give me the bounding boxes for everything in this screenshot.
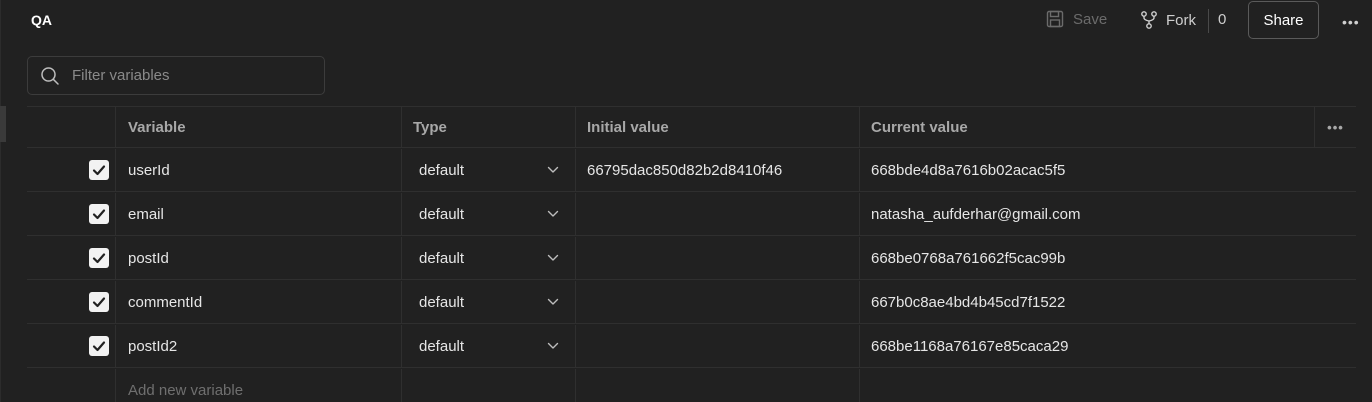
table-row: commentId default 667b0c8ae4bd4b45cd7f1522 bbox=[27, 280, 1356, 324]
type-select[interactable]: default bbox=[402, 237, 576, 279]
column-options-icon[interactable]: ••• bbox=[1315, 107, 1356, 147]
filter-input[interactable] bbox=[70, 66, 294, 85]
table-row: postId default 668be0768a761662f5cac99b bbox=[27, 236, 1356, 280]
table-row: email default natasha_aufderhar@gmail.com bbox=[27, 192, 1356, 236]
chevron-down-icon bbox=[547, 166, 559, 174]
type-select[interactable]: default bbox=[402, 325, 576, 367]
type-select[interactable]: default bbox=[402, 281, 576, 323]
initial-value-cell[interactable] bbox=[576, 325, 860, 367]
current-value-cell[interactable]: natasha_aufderhar@gmail.com bbox=[860, 193, 1356, 235]
type-select[interactable]: default bbox=[402, 149, 576, 191]
row-checkbox-cell bbox=[27, 237, 116, 279]
filter-variables-field[interactable] bbox=[27, 56, 325, 95]
column-header-variable: Variable bbox=[116, 107, 402, 147]
type-select-value: default bbox=[419, 161, 465, 179]
check-icon bbox=[92, 295, 106, 309]
fork-icon bbox=[1140, 10, 1158, 30]
column-header-current-value: Current value bbox=[860, 107, 1315, 147]
type-select-value: default bbox=[419, 249, 465, 267]
sidebar-resize-handle[interactable] bbox=[0, 106, 6, 142]
table-header: Variable Type Initial value Current valu… bbox=[27, 106, 1356, 148]
variable-name-cell[interactable]: commentId bbox=[116, 281, 402, 323]
row-checkbox[interactable] bbox=[89, 292, 109, 312]
type-select-value: default bbox=[419, 205, 465, 223]
chevron-down-icon bbox=[547, 298, 559, 306]
check-icon bbox=[92, 251, 106, 265]
environment-editor: QA Save Fork 0 Share ••• Variable Type I… bbox=[0, 0, 1372, 402]
row-checkbox-cell bbox=[27, 193, 116, 235]
fork-label: Fork bbox=[1166, 11, 1196, 29]
type-select-value: default bbox=[419, 293, 465, 311]
chevron-down-icon bbox=[547, 254, 559, 262]
add-row-checkbox-cell bbox=[27, 369, 116, 402]
header-checkbox-cell bbox=[27, 107, 116, 147]
fork-divider bbox=[1208, 9, 1209, 33]
fork-button[interactable]: Fork bbox=[1140, 10, 1196, 30]
column-header-type: Type bbox=[402, 107, 576, 147]
save-icon bbox=[1046, 10, 1064, 28]
type-select[interactable]: default bbox=[402, 193, 576, 235]
current-value-cell[interactable]: 668be1168a76167e85caca29 bbox=[860, 325, 1356, 367]
check-icon bbox=[92, 339, 106, 353]
variable-name-cell[interactable]: userId bbox=[116, 149, 402, 191]
row-checkbox-cell bbox=[27, 149, 116, 191]
fork-count[interactable]: 0 bbox=[1218, 11, 1226, 28]
add-variable-row: Add new variable bbox=[27, 368, 1356, 402]
initial-value-cell[interactable] bbox=[576, 193, 860, 235]
search-icon bbox=[40, 66, 60, 86]
environment-title[interactable]: QA bbox=[31, 12, 52, 28]
initial-value-cell[interactable]: 66795dac850d82b2d8410f46 bbox=[576, 149, 860, 191]
check-icon bbox=[92, 163, 106, 177]
add-row-current-cell bbox=[860, 369, 1356, 402]
row-checkbox[interactable] bbox=[89, 336, 109, 356]
add-new-variable-placeholder: Add new variable bbox=[128, 381, 244, 399]
row-checkbox-cell bbox=[27, 281, 116, 323]
row-checkbox[interactable] bbox=[89, 160, 109, 180]
current-value-cell[interactable]: 667b0c8ae4bd4b45cd7f1522 bbox=[860, 281, 1356, 323]
add-row-initial-cell bbox=[576, 369, 860, 402]
variable-name-cell[interactable]: postId bbox=[116, 237, 402, 279]
row-checkbox[interactable] bbox=[89, 204, 109, 224]
add-row-type-cell bbox=[402, 369, 576, 402]
current-value-cell[interactable]: 668bde4d8a7616b02acac5f5 bbox=[860, 149, 1356, 191]
type-select-value: default bbox=[419, 337, 465, 355]
save-label: Save bbox=[1073, 10, 1108, 28]
variables-table: Variable Type Initial value Current valu… bbox=[27, 106, 1356, 402]
chevron-down-icon bbox=[547, 210, 559, 218]
share-button[interactable]: Share bbox=[1248, 1, 1319, 39]
save-button[interactable]: Save bbox=[1046, 10, 1107, 28]
variable-name-cell[interactable]: email bbox=[116, 193, 402, 235]
initial-value-cell[interactable] bbox=[576, 281, 860, 323]
more-options-icon[interactable]: ••• bbox=[1342, 14, 1360, 30]
variable-name-cell[interactable]: postId2 bbox=[116, 325, 402, 367]
table-row: postId2 default 668be1168a76167e85caca29 bbox=[27, 324, 1356, 368]
row-checkbox[interactable] bbox=[89, 248, 109, 268]
chevron-down-icon bbox=[547, 342, 559, 350]
row-checkbox-cell bbox=[27, 325, 116, 367]
initial-value-cell[interactable] bbox=[576, 237, 860, 279]
column-header-initial-value: Initial value bbox=[576, 107, 860, 147]
left-divider bbox=[0, 0, 1, 402]
table-row: userId default 66795dac850d82b2d8410f46 668… bbox=[27, 148, 1356, 192]
add-new-variable-input[interactable]: Add new variable bbox=[116, 369, 402, 402]
current-value-cell[interactable]: 668be0768a761662f5cac99b bbox=[860, 237, 1356, 279]
check-icon bbox=[92, 207, 106, 221]
